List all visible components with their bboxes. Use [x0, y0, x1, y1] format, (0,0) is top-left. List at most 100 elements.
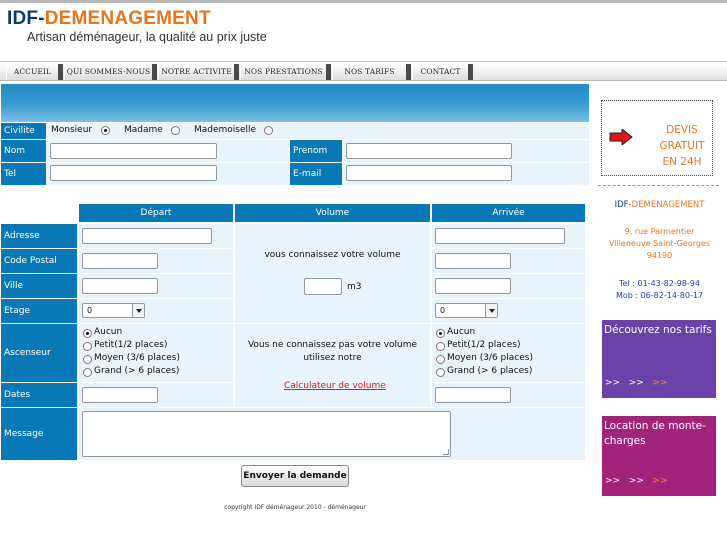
email-label: E-mail — [290, 163, 342, 185]
civilite-label: Civilite — [1, 123, 46, 139]
arrow-1: >> — [605, 476, 621, 486]
volume-known-cell — [235, 224, 430, 323]
sidebar-divider — [598, 185, 719, 186]
arrivee-ascenseur-grand-radio[interactable] — [436, 368, 445, 377]
address-line-2: Villeneuve Saint-Georges — [608, 239, 711, 248]
arrivee-ascenseur-petit-radio[interactable] — [436, 342, 445, 351]
depart-etage-value: 0 — [87, 306, 93, 315]
arrivee-adresse-input[interactable] — [435, 228, 565, 244]
arrivee-dates-input[interactable] — [435, 387, 511, 403]
nav-separator — [234, 64, 239, 80]
ascenseur-label: Ascenseur — [1, 324, 77, 382]
depart-adresse-input[interactable] — [82, 228, 212, 244]
civilite-monsieur-label: Monsieur — [51, 125, 93, 135]
arrow-1: >> — [605, 378, 621, 388]
nom-input[interactable] — [50, 143, 217, 159]
promo-monte-charges[interactable]: Location de monte-charges >> >> >> — [602, 416, 716, 496]
nav-separator — [152, 64, 157, 80]
nav-notre-activite[interactable]: NOTRE ACTIVITE — [158, 64, 234, 80]
arrivee-etage-select[interactable]: 0 — [435, 303, 498, 318]
civilite-madame-radio[interactable] — [171, 126, 180, 135]
adresse-label: Adresse — [1, 224, 77, 248]
resize-grip-icon[interactable] — [443, 449, 449, 455]
depart-cp-input[interactable] — [82, 253, 158, 269]
volume-input[interactable] — [304, 278, 342, 295]
arrow-3: >> — [652, 378, 668, 388]
devis-box[interactable]: DEVIS GRATUIT EN 24H — [601, 100, 713, 176]
depart-ascenseur-moyen-label: Moyen (3/6 places) — [94, 353, 180, 363]
arrivee-ascenseur-aucun-label: Aucun — [447, 327, 476, 337]
nav-nos-prestations[interactable]: NOS PRESTATIONS — [240, 64, 326, 80]
arrivee-ascenseur-moyen-radio[interactable] — [436, 355, 445, 364]
nav-contact[interactable]: CONTACT — [412, 64, 468, 80]
nav-separator — [58, 64, 63, 80]
site-logo[interactable]: IDF-DEMENAGEMENT — [7, 8, 211, 30]
message-textarea[interactable] — [82, 411, 451, 457]
volume-unknown-line1: Vous ne connaissez pas votre volume — [247, 340, 418, 350]
tel-input[interactable] — [50, 165, 217, 181]
site-tagline: Artisan déménageur, la qualité au prix j… — [27, 30, 267, 44]
dates-label: Dates — [1, 383, 77, 407]
company-part-2: DEMENAGEMENT — [631, 200, 705, 210]
depart-ascenseur-petit-label: Petit(1/2 places) — [94, 340, 168, 350]
phone-mob: Mob : 06-82-14-80-17 — [615, 291, 704, 300]
message-label: Message — [1, 408, 77, 460]
logo-part-2: DEMENAGEMENT — [44, 8, 211, 29]
civilite-mademoiselle-radio[interactable] — [264, 126, 273, 135]
promo-tarifs[interactable]: Découvrez nos tarifs >> >> >> — [602, 320, 716, 398]
arrivee-ascenseur-aucun-radio[interactable] — [436, 329, 445, 338]
email-input[interactable] — [346, 165, 512, 181]
volume-known-text: vous connaissez votre volume — [264, 250, 401, 260]
company-part-1: IDF- — [614, 200, 632, 210]
depart-ascenseur-aucun-label: Aucun — [94, 327, 123, 337]
promo-tarifs-arrows: >> >> >> — [605, 376, 667, 391]
phone-tel: Tel : 01-43-82-98-94 — [619, 279, 700, 288]
nav-nos-tarifs[interactable]: NOS TARIFS — [332, 64, 406, 80]
calculateur-volume-link[interactable]: Calculateur de volume — [284, 381, 386, 391]
depart-ascenseur-moyen-radio[interactable] — [83, 355, 92, 364]
main-nav: ACCUEIL QUI SOMMES-NOUS NOTRE ACTIVITE N… — [0, 61, 727, 81]
nav-separator — [468, 64, 473, 80]
devis-line-2: GRATUIT — [659, 140, 705, 152]
depart-etage-select[interactable]: 0 — [82, 303, 145, 318]
etage-label: Etage — [1, 299, 77, 323]
depart-ville-input[interactable] — [82, 278, 158, 294]
arrow-2: >> — [628, 378, 644, 388]
copyright-footer: copyright IDF déménageur 2010 - déménage… — [224, 504, 366, 511]
sidebar: DEVIS GRATUIT EN 24H IDF-DEMENAGEMENT 9,… — [596, 83, 723, 513]
chevron-down-icon — [132, 304, 144, 317]
arrivee-cp-input[interactable] — [435, 253, 511, 269]
promo-tarifs-text: Découvrez nos tarifs — [604, 324, 712, 336]
arrow-2: >> — [628, 476, 644, 486]
depart-ascenseur-grand-radio[interactable] — [83, 368, 92, 377]
depart-dates-input[interactable] — [82, 387, 158, 403]
promo-monte-charges-text: Location de monte-charges — [604, 420, 706, 447]
prenom-label: Prenom — [290, 140, 342, 162]
civilite-mademoiselle-label: Mademoiselle — [194, 125, 257, 135]
chevron-down-icon — [485, 304, 497, 317]
arrivee-ascenseur-grand-label: Grand (> 6 places) — [447, 366, 533, 376]
civilite-madame-label: Madame — [124, 125, 163, 135]
col-volume-header: Volume — [235, 204, 430, 222]
arrivee-ville-input[interactable] — [435, 278, 511, 294]
arrivee-ascenseur-petit-label: Petit(1/2 places) — [447, 340, 521, 350]
logo-part-1: IDF- — [7, 8, 45, 29]
nav-accueil[interactable]: ACCUEIL — [6, 64, 58, 80]
volume-unknown-cell — [235, 324, 430, 407]
devis-text: DEVIS GRATUIT EN 24H — [653, 122, 711, 170]
civilite-monsieur-radio[interactable] — [101, 126, 110, 135]
prenom-input[interactable] — [346, 143, 512, 159]
submit-button[interactable]: Envoyer la demande — [241, 465, 349, 487]
arrow-right-icon — [609, 129, 633, 145]
arrivee-ascenseur-moyen-label: Moyen (3/6 places) — [447, 353, 533, 363]
depart-ascenseur-aucun-radio[interactable] — [83, 329, 92, 338]
ville-label: Ville — [1, 274, 77, 298]
col-depart-header: Départ — [79, 204, 233, 222]
promo-monte-charges-arrows: >> >> >> — [605, 474, 667, 489]
quote-form: Civilite Monsieur Madame Mademoiselle No… — [0, 83, 590, 513]
nav-qui-sommes-nous[interactable]: QUI SOMMES-NOUS — [64, 64, 152, 80]
tel-label: Tel — [1, 163, 46, 185]
depart-ascenseur-petit-radio[interactable] — [83, 342, 92, 351]
depart-ascenseur-grand-label: Grand (> 6 places) — [94, 366, 180, 376]
volume-unknown-line2: utilisez notre — [303, 353, 362, 363]
